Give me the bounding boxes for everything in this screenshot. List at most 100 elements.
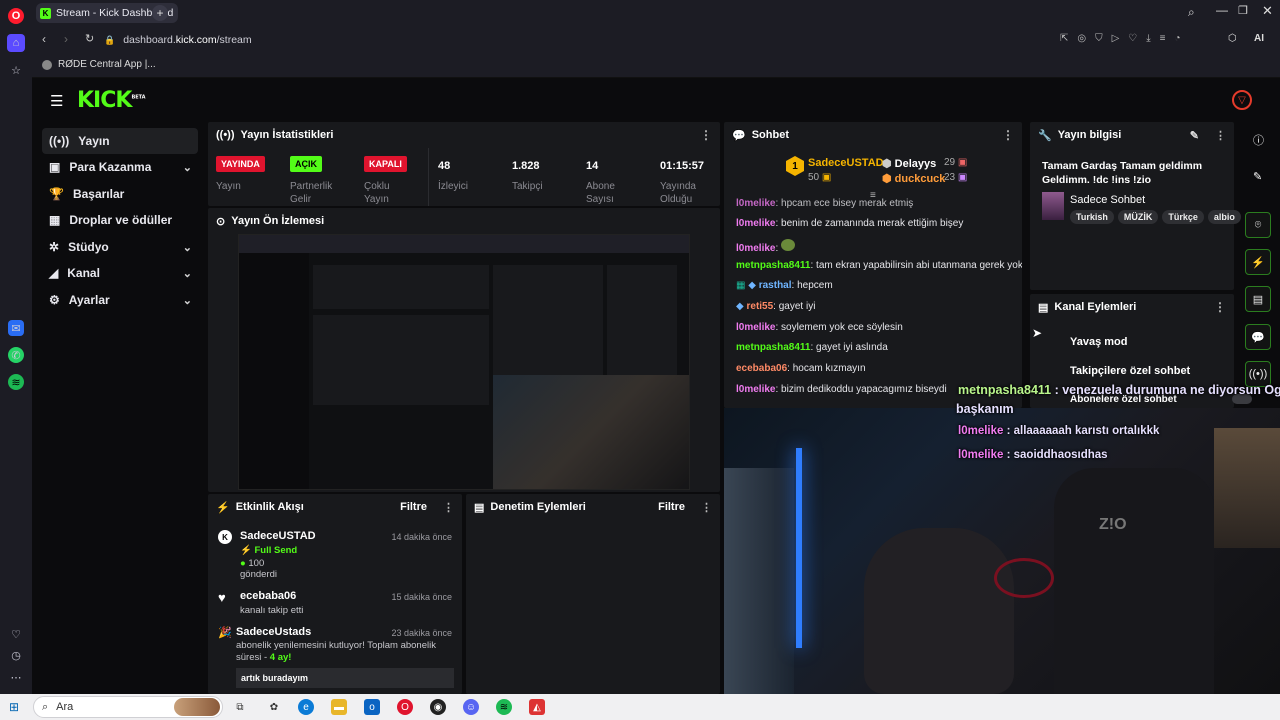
clip-icon[interactable]: ⌾ <box>1245 212 1271 238</box>
info-icon[interactable]: ⓘ <box>1253 132 1264 148</box>
whatsapp-icon[interactable]: ✆ <box>8 347 24 363</box>
nav-ayarlar[interactable]: ⚙ Ayarlar ⌄ <box>42 287 198 313</box>
close-icon[interactable]: ✕ <box>1262 3 1273 19</box>
widgets-icon[interactable]: ✿ <box>266 699 282 715</box>
edge-icon[interactable]: e <box>298 699 314 715</box>
chat-message[interactable]: ecebaba06: hocam kızmayın <box>736 363 866 374</box>
stat-value: 01:15:57 <box>660 160 705 172</box>
feed-event-1[interactable]: SadeceUSTAD ⚡ Full Send ● 100 gönderdi <box>240 530 316 580</box>
lightning-icon[interactable]: ⚡ <box>1245 249 1271 275</box>
chat-text: : soylemem yok ece söylesin <box>775 322 903 333</box>
category-name[interactable]: Sadece Sohbet <box>1070 194 1145 206</box>
top-gifter-3-name: duckcuck <box>894 173 946 185</box>
chat-user: l0melike <box>736 384 776 395</box>
wallet-icon[interactable]: ⬡ <box>1228 33 1237 44</box>
extension-icons[interactable]: ⇱◎⛉▷♡⤓≡◔ <box>1060 33 1190 44</box>
new-tab-button[interactable]: + <box>152 5 168 21</box>
stream-preview-video[interactable] <box>238 234 690 490</box>
nav-kanal[interactable]: ◢ Kanal ⌄ <box>42 260 198 286</box>
top-gifter-count-value: 50 <box>808 172 820 183</box>
nav-basarilar[interactable]: 🏆 Başarılar <box>42 181 198 207</box>
chat-message[interactable]: metnpasha8411: gayet iyi aslında <box>736 342 888 353</box>
more-options-icon[interactable]: ⋮ <box>443 501 454 514</box>
opera-icon[interactable]: O <box>397 699 413 715</box>
discord-icon[interactable]: ☺ <box>463 699 479 715</box>
overlay-text: : allaaaaaah karıstı ortalıkkk <box>1003 425 1160 437</box>
outlook-icon[interactable]: o <box>364 699 380 715</box>
tag[interactable]: Türkçe <box>1162 210 1204 224</box>
app-icon[interactable]: ◭ <box>529 699 545 715</box>
history-icon[interactable]: ◷ <box>8 647 24 663</box>
more-icon[interactable]: ⋯ <box>8 669 24 685</box>
chat-message[interactable]: l0melike: hpcam ece bisey merak etmiş <box>736 198 913 209</box>
list-icon[interactable]: ▤ <box>1245 286 1271 312</box>
edit-icon[interactable]: ✎ <box>1190 129 1199 142</box>
feed-user: SadeceUSTAD <box>240 530 316 542</box>
ai-button[interactable]: AI <box>1254 33 1264 44</box>
tag[interactable]: Turkish <box>1070 210 1114 224</box>
task-view-icon[interactable]: ⧉ <box>232 699 248 715</box>
chat-message[interactable]: l0melike: soylemem yok ece söylesin <box>736 322 903 333</box>
home-icon[interactable]: ⌂ <box>7 34 25 52</box>
kick-favicon-icon: K <box>40 7 51 19</box>
action-followers-only[interactable]: Takipçilere özel sohbet› <box>1070 365 1260 379</box>
file-explorer-icon[interactable]: ▬ <box>331 699 347 715</box>
spotify-icon[interactable]: ≋ <box>8 374 24 390</box>
overlay-user: metnpasha8411 <box>958 383 1052 397</box>
url-path: /stream <box>216 34 252 46</box>
feed-event-2[interactable]: ecebaba06 kanalı takip etti <box>240 590 303 616</box>
more-options-icon[interactable]: ⋮ <box>1002 128 1014 142</box>
nav-label: Başarılar <box>72 187 125 201</box>
avatar[interactable]: ▽ <box>1232 90 1252 110</box>
chat-message[interactable]: l0melike: <box>736 239 796 254</box>
bookmark-rode[interactable]: RØDE Central App |... <box>42 59 156 70</box>
kick-logo[interactable]: KICKBETA <box>77 88 146 113</box>
sub-badge-icon: ▦ <box>736 280 746 291</box>
spotify-icon[interactable]: ≋ <box>496 699 512 715</box>
feed-filter-button[interactable]: Filtre <box>400 501 427 513</box>
search-icon[interactable]: ⌕ <box>1188 5 1195 20</box>
chat-message[interactable]: l0melike: benim de zamanında merak ettiğ… <box>736 218 963 229</box>
gift-icon: ▣ <box>821 172 832 183</box>
more-options-icon[interactable]: ⋮ <box>1214 300 1226 314</box>
opera-logo-icon[interactable]: O <box>8 8 24 24</box>
kicks-icon: ● <box>240 558 246 569</box>
feed-sub-text: abonelik yenilemesini kutluyor! Toplam a… <box>236 640 436 663</box>
more-options-icon[interactable]: ⋮ <box>1215 129 1226 142</box>
windows-start-icon[interactable]: ⊞ <box>9 700 19 714</box>
nav-droplar[interactable]: ▦ Droplar ve ödüller <box>42 207 198 233</box>
heart-icon[interactable]: ♡ <box>8 626 24 642</box>
more-options-icon[interactable]: ⋮ <box>700 128 712 142</box>
nav-studyo[interactable]: ✲ Stüdyo ⌄ <box>42 234 198 260</box>
pencil-icon[interactable]: ✎ <box>1253 170 1262 183</box>
chat-icon[interactable]: 💬 <box>1245 324 1271 350</box>
action-slow-mode[interactable]: Yavaş mod› <box>1070 336 1260 350</box>
forward-icon[interactable]: › <box>64 32 68 46</box>
nav-yayin[interactable]: ((•)) Yayın <box>42 128 198 154</box>
chat-message[interactable]: metnpasha8411: tam ekran yapabilirsin ab… <box>736 260 1022 271</box>
action-label: Yavaş mod <box>1070 336 1128 348</box>
nav-para-kazanma[interactable]: ▣ Para Kazanma ⌄ <box>42 154 198 180</box>
hamburger-menu-icon[interactable]: ☰ <box>50 92 63 110</box>
chat-message[interactable]: ▦ ◆ rasthal: hepcem <box>736 280 833 291</box>
minimize-icon[interactable]: — <box>1216 3 1228 17</box>
moderation-filter-button[interactable]: Filtre <box>658 501 685 513</box>
chat-message[interactable]: l0melike: bizim dedikoddu yapacagımız bi… <box>736 384 947 395</box>
taskbar-search[interactable]: ⌕ Ara <box>33 696 223 718</box>
more-options-icon[interactable]: ⋮ <box>701 501 712 514</box>
feed-time: 14 dakika önce <box>391 532 452 542</box>
chevron-down-icon: ⌄ <box>182 241 192 254</box>
maximize-icon[interactable]: ❐ <box>1238 4 1248 17</box>
chat-message[interactable]: ◆ reti55: gayet iyi <box>736 301 815 312</box>
back-icon[interactable]: ‹ <box>42 32 46 46</box>
stats-title: Yayın İstatistikleri <box>240 129 334 141</box>
tag[interactable]: albio <box>1207 210 1241 224</box>
messenger-icon[interactable]: ✉ <box>8 320 24 336</box>
star-icon[interactable]: ☆ <box>8 62 24 78</box>
category-thumbnail[interactable] <box>1042 192 1064 220</box>
chat-text: : gayet iyi <box>773 301 816 312</box>
party-icon: 🎉 <box>218 627 232 639</box>
bookmark-label: RØDE Central App |... <box>58 59 156 70</box>
obs-icon[interactable]: ◉ <box>430 699 446 715</box>
tag[interactable]: MÜZİK <box>1117 210 1159 224</box>
